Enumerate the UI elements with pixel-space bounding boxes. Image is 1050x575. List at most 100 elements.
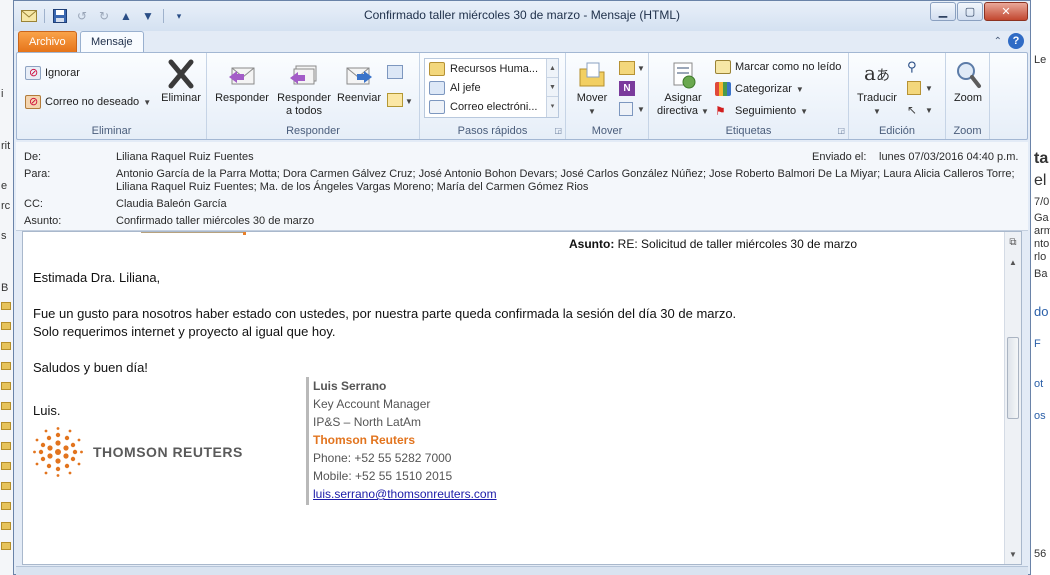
folder-icon [1,502,11,510]
select-icon[interactable]: ↖ [907,103,917,117]
to-label: Para: [24,168,51,180]
policy-icon [668,61,698,89]
eliminar-btn-label: Eliminar [161,92,201,104]
actions-dropdown-icon[interactable]: ▼ [637,105,645,114]
bg-right-text: ta [1034,150,1049,167]
folder-icon [1,462,11,470]
find-icon[interactable]: ⚲ [907,59,917,75]
folder-icon [1,422,11,430]
expand-gallery-icon[interactable]: ▾ [547,97,558,116]
group-pasos-rapidos: Recursos Huma... Al jefe Correo electrón… [420,53,566,139]
tab-archivo[interactable]: Archivo [18,31,77,53]
correo-no-deseado-label: Correo no deseado [45,96,140,108]
bg-right-text: Le [1034,54,1047,66]
bg-right-text: Ga [1034,212,1049,224]
close-button[interactable]: ✕ [984,2,1028,21]
related-icon[interactable] [907,81,921,95]
bg-left-text: s [1,230,7,242]
mover-label: Mover [576,92,608,104]
categorizar-label: Categorizar [735,83,792,95]
window-title: Confirmado taller miércoles 30 de marzo … [363,8,681,22]
scroll-thumb[interactable] [1007,337,1019,419]
cc-value[interactable]: Claudia Baleón García [116,198,227,210]
responder-label: Responder [215,92,269,104]
scroll-down-icon[interactable]: ▼ [547,78,558,97]
actions-icon[interactable] [619,102,633,116]
collapse-ribbon-icon[interactable]: ⌃ [994,36,1002,47]
more-reply-icon[interactable] [387,93,403,107]
dropdown-arrow-icon: ▼ [588,107,596,116]
mover-button[interactable]: Mover ▼ [570,61,614,118]
cc-label: CC: [24,198,43,210]
rules-dropdown-icon[interactable]: ▼ [637,64,645,73]
eliminar-button[interactable]: Eliminar [158,59,204,105]
categorizar-button[interactable]: Categorizar ▼ [715,82,804,96]
quoted-subject-label: Asunto: [569,237,615,251]
signature-company: Thomson Reuters [313,433,416,447]
junk-mail-icon: ⊘ [25,95,41,109]
related-dropdown-icon[interactable]: ▼ [925,84,933,93]
quick-steps-scroll[interactable]: ▲ ▼ ▾ [546,59,558,117]
quick-step-item[interactable]: Correo electróni... [429,100,537,114]
from-value[interactable]: Liliana Raquel Ruiz Fuentes [116,151,254,163]
forward-icon [344,61,374,89]
group-label: Responder [286,125,340,137]
bg-right-text: el [1034,172,1047,189]
ignorar-button[interactable]: ⊘ Ignorar [25,66,80,80]
minimize-button[interactable]: ▁ [930,2,956,21]
bg-right-text: 56 [1034,548,1047,560]
responder-button[interactable]: Responder [211,61,273,105]
help-icon[interactable]: ? [1008,33,1024,49]
select-dropdown-icon[interactable]: ▼ [925,106,933,115]
quick-steps-gallery: Recursos Huma... Al jefe Correo electrón… [424,58,559,118]
quick-step-item[interactable]: Al jefe [429,81,481,95]
responder-a-todos-button[interactable]: Responder a todos [273,61,335,118]
asignar-directiva-button[interactable]: Asignar directiva ▼ [655,61,711,118]
folder-icon [1,522,11,530]
marcar-no-leido-button[interactable]: Marcar como no leído [715,60,841,74]
scroll-down-button[interactable]: ▼ [1006,548,1020,562]
meeting-reply-icon[interactable] [387,65,403,79]
ribbon-tabs: Archivo Mensaje ⌃ ? [14,28,1030,53]
correo-no-deseado-button[interactable]: ⊘ Correo no deseado ▼ [25,95,151,109]
to-value-line2[interactable]: Liliana Raquel Ruiz Fuentes; Ma. de los … [116,181,588,193]
group-label: Eliminar [91,125,132,137]
window-controls: ▁ ▢ ✕ [930,2,1028,21]
body-greeting: Estimada Dra. Liliana, [33,270,161,285]
traducir-button[interactable]: aあ Traducir ▼ [855,59,899,118]
dropdown-arrow-icon: ▼ [800,106,809,116]
zone-indicator-icon[interactable]: ⧉ [1006,236,1020,250]
reenviar-label: Reenviar [336,92,382,104]
onenote-icon[interactable]: N [619,81,635,96]
seguimiento-button[interactable]: ⚑ Seguimiento ▼ [715,104,808,118]
group-etiquetas: Asignar directiva ▼ Marcar como no leído… [649,53,849,139]
more-dropdown-icon[interactable]: ▼ [405,97,413,106]
quick-step-arrow-icon [429,81,445,95]
move-folder-icon [577,61,607,89]
folder-icon [1,342,11,350]
message-body-pane[interactable]: Asunto: RE: Solicitud de taller miércole… [22,231,1022,565]
scroll-up-button[interactable]: ▲ [1006,256,1020,270]
rules-icon[interactable] [619,61,635,75]
bg-left-text: i [1,88,4,100]
reenviar-button[interactable]: Reenviar [335,61,383,105]
quick-step-folder-icon [429,62,445,76]
folder-icon [1,322,11,330]
group-label: Etiquetas [725,125,772,137]
vertical-scrollbar[interactable]: ⧉ ▲ ▼ [1004,232,1021,564]
from-label: De: [24,151,42,163]
maximize-button[interactable]: ▢ [957,2,983,21]
bg-right-text: rlo [1034,251,1047,263]
quick-step-item[interactable]: Recursos Huma... [429,62,538,76]
folder-icon [1,542,11,550]
scroll-up-icon[interactable]: ▲ [547,59,558,78]
flag-icon: ⚑ [715,104,726,118]
bg-right-text: Ba [1034,268,1048,280]
tab-mensaje[interactable]: Mensaje [80,31,144,53]
group-label: Zoom [953,125,982,137]
signature-email-link[interactable]: luis.serrano@thomsonreuters.com [313,485,497,503]
to-value-line1[interactable]: Antonio García de la Parra Motta; Dora C… [116,168,1015,180]
bg-left-text: B [1,282,9,294]
signature-mobile: Mobile: +52 55 1510 2015 [313,469,453,483]
zoom-button[interactable]: Zoom [948,59,988,105]
